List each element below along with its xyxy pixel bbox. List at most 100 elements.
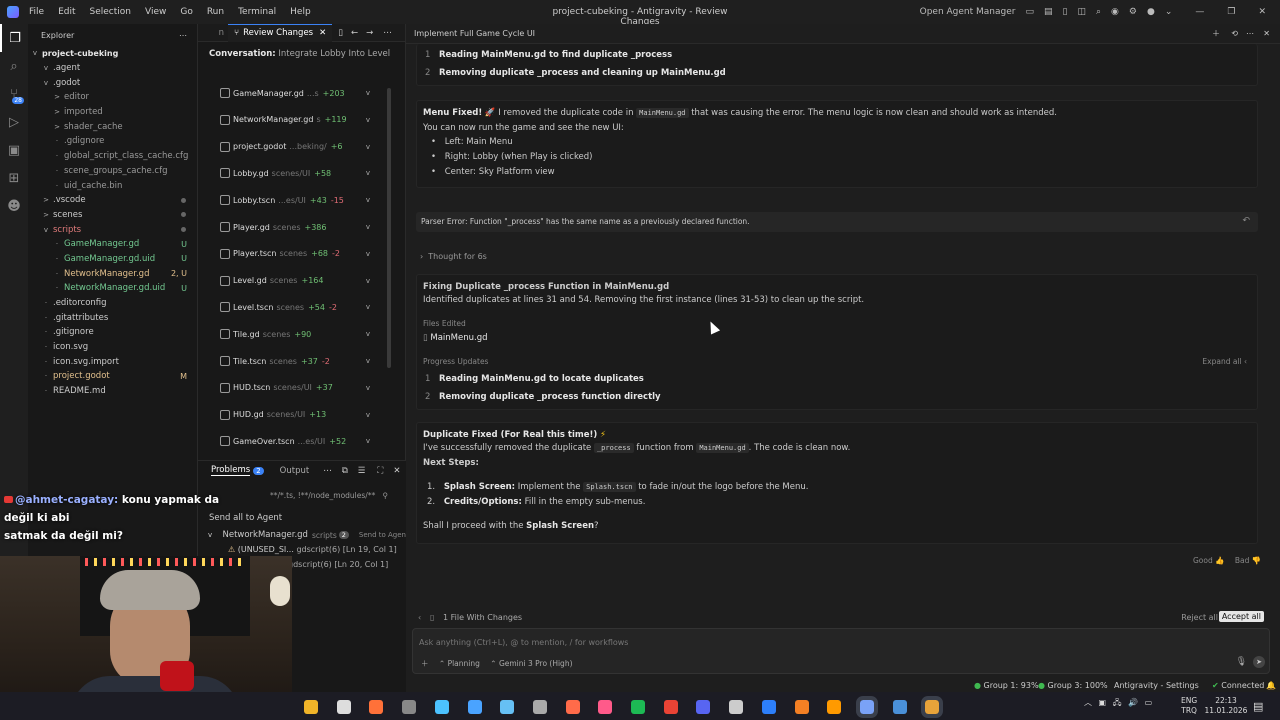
changed-file-item[interactable]: Player.tscn scenes +68 -2 v (220, 243, 370, 265)
back-icon[interactable]: ← (351, 28, 358, 38)
tree-item[interactable]: · README.md (28, 384, 197, 399)
obs-icon[interactable] (402, 700, 417, 714)
sidebar-icon[interactable]: ▯ (1063, 7, 1068, 17)
antigravity-icon[interactable] (855, 696, 878, 718)
filter-input[interactable]: **/*.ts, !**/node_modules/** ⚲ (270, 491, 398, 505)
chevron-down-icon[interactable]: v (366, 143, 370, 151)
spotify-icon[interactable] (631, 700, 645, 714)
discord-icon[interactable] (696, 700, 711, 714)
maximize-panel-icon[interactable]: ⛶ (377, 466, 383, 476)
cloud-icon[interactable] (794, 700, 809, 714)
changed-file-item[interactable]: Tile.tscn scenes +37 -2 v (220, 350, 370, 372)
tree-item[interactable]: · icon.svg.import (28, 354, 197, 369)
more-icon[interactable]: ⋯ (383, 28, 392, 38)
changed-file-item[interactable]: Lobby.gd scenes/UI +58 v (220, 162, 370, 184)
app-icon[interactable] (921, 696, 944, 718)
menu-item[interactable]: Edit (58, 7, 75, 17)
split-editor-icon[interactable]: ▯ (338, 28, 343, 38)
tree-item[interactable]: v .agent (28, 61, 197, 76)
chevron-down-icon[interactable]: v (366, 250, 370, 258)
tree-item[interactable]: · NetworkManager.gd 2, U (28, 266, 197, 281)
tree-item[interactable]: > imported (28, 105, 197, 120)
quota-group-1[interactable]: ● Group 1: 93% (974, 681, 1039, 690)
layout-icon[interactable]: ▭ (1025, 7, 1034, 17)
reject-all-button[interactable]: Reject all (1181, 613, 1218, 622)
model-selector[interactable]: ⌃ Gemini 3 Pro (High) (490, 659, 572, 668)
changes-summary[interactable]: 1 File With Changes (443, 613, 522, 622)
tree-item[interactable]: · global_script_class_cache.cfg (28, 149, 197, 164)
tab-output[interactable]: Output (280, 466, 310, 476)
settings-status[interactable]: Antigravity - Settings (1114, 681, 1199, 690)
tab-review-changes[interactable]: ⑂ Review Changes ✕ (228, 23, 333, 42)
unity-icon[interactable] (532, 700, 547, 714)
tree-item[interactable]: · .gitignore (28, 325, 197, 340)
menu-item[interactable]: Selection (90, 7, 131, 17)
tree-item[interactable]: · GameManager.gd.uid U (28, 252, 197, 267)
clock[interactable]: 22:13 11.01.2026 (1203, 696, 1249, 716)
forward-icon[interactable]: → (366, 28, 373, 38)
chevron-down-icon[interactable]: v (366, 411, 370, 419)
account-icon[interactable]: ◉ (1111, 7, 1119, 17)
tree-item[interactable]: v scripts (28, 222, 197, 237)
microphone-icon[interactable]: 🎙 (1236, 657, 1247, 667)
app-icon[interactable] (565, 700, 580, 714)
menu-item[interactable]: Terminal (238, 7, 276, 17)
volume-icon[interactable]: 🔊 (1128, 698, 1138, 707)
tree-item[interactable]: > scenes (28, 208, 197, 223)
explorer-icon[interactable]: ❐ (0, 24, 28, 52)
notification-icon[interactable]: ▤ (1253, 700, 1263, 713)
changed-file-item[interactable]: project.godot ...beking/+6 v (220, 136, 370, 158)
tree-item[interactable]: · .editorconfig (28, 296, 197, 311)
chevron-down-icon[interactable]: v (366, 437, 370, 445)
app-icon[interactable] (434, 700, 449, 714)
network-icon[interactable]: 🖧 (1113, 698, 1122, 707)
tree-item[interactable]: · project.godot M (28, 369, 197, 384)
more-icon[interactable]: ⋯ (179, 31, 187, 40)
edited-file-link[interactable]: ▯ MainMenu.gd (423, 333, 488, 343)
open-agent-manager-button[interactable]: Open Agent Manager (920, 7, 1016, 17)
thought-toggle[interactable]: › Thought for 6s (420, 252, 487, 261)
undo-icon[interactable]: ↶ (1242, 216, 1250, 226)
mode-selector[interactable]: ⌃ Planning (439, 659, 480, 668)
close-panel-icon[interactable]: ✕ (393, 466, 400, 476)
terminal-icon[interactable] (729, 700, 744, 714)
language-indicator[interactable]: ENG TRQ (1181, 696, 1197, 716)
firefox-icon[interactable] (369, 700, 384, 714)
menu-item[interactable]: File (29, 7, 44, 17)
changed-file-item[interactable]: Lobby.tscn ...es/UI +43 -15 v (220, 189, 370, 211)
tree-item[interactable]: · scene_groups_cache.cfg (28, 164, 197, 179)
changed-file-item[interactable]: NetworkManager.gd s +119 v (220, 109, 370, 131)
chevron-down-icon[interactable]: v (366, 116, 370, 124)
changed-file-item[interactable]: Player.gd scenes +386 v (220, 216, 370, 238)
changed-file-item[interactable]: HUD.gd scenes/UI +13 v (220, 404, 370, 426)
tray-app-icon[interactable]: ▣ (1099, 698, 1107, 707)
chevron-down-icon[interactable]: v (366, 303, 370, 311)
bell-icon[interactable]: 🔔 (1266, 681, 1276, 690)
tree-item[interactable]: · uid_cache.bin (28, 178, 197, 193)
new-chat-icon[interactable]: ＋ (1212, 28, 1220, 39)
tree-item[interactable]: > .vscode (28, 193, 197, 208)
tab-problems[interactable]: Problems (211, 465, 251, 476)
maximize-icon[interactable]: ❐ (1227, 7, 1235, 17)
copy-icon[interactable]: ⧉ (342, 466, 348, 476)
expand-all-button[interactable]: Expand all ‹ (1202, 357, 1247, 366)
close-tab-icon[interactable]: ✕ (319, 28, 326, 38)
minimize-icon[interactable]: — (1195, 7, 1204, 17)
chevron-down-icon[interactable]: v (366, 357, 370, 365)
changed-file-item[interactable]: Tile.gd scenes +90 v (220, 323, 370, 345)
tree-item[interactable]: · NetworkManager.gd.uid U (28, 281, 197, 296)
changed-file-item[interactable]: Level.gd scenes +164 v (220, 270, 370, 292)
menu-item[interactable]: Run (207, 7, 224, 17)
split-icon[interactable]: ◫ (1077, 7, 1086, 17)
chat-input[interactable]: Ask anything (Ctrl+L), @ to mention, / f… (419, 638, 628, 647)
file-explorer-icon[interactable] (304, 700, 318, 714)
problem-row[interactable]: ⚠ (UNUSED_SI... gdscript(6) [Ln 19, Col … (228, 545, 403, 554)
good-button[interactable]: Good 👍 (1193, 556, 1224, 565)
tree-item[interactable]: · GameManager.gd U (28, 237, 197, 252)
chevron-down-icon[interactable]: v (366, 330, 370, 338)
extension-icon[interactable]: ● (1147, 7, 1155, 17)
clock-app-icon[interactable] (336, 700, 351, 714)
battery-icon[interactable]: ▭ (1145, 698, 1153, 707)
bad-button[interactable]: Bad 👎 (1235, 556, 1261, 565)
tray-chevron-icon[interactable]: ︿ (1084, 698, 1092, 707)
